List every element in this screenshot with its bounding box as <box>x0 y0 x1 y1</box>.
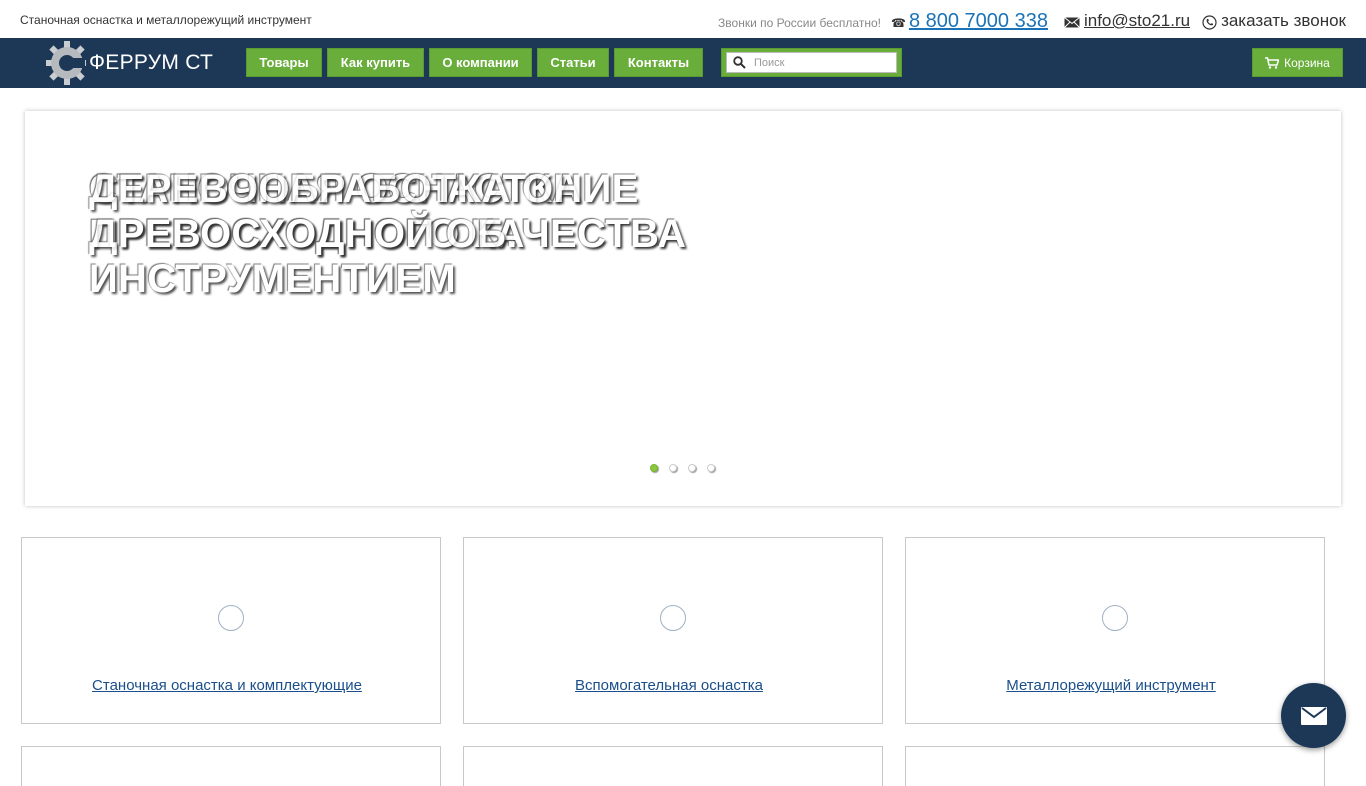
slider-dot[interactable] <box>707 464 715 472</box>
loading-spinner-icon <box>660 605 686 631</box>
logo-text: ФЕРРУМ СТ <box>89 51 214 74</box>
category-card[interactable]: Вспомогательная оснастка <box>463 537 883 724</box>
slide-title-b-line: ДЕРЕВООБРАБОТКА ОНИЕ <box>89 167 639 211</box>
nav-about[interactable]: О компании <box>429 48 532 77</box>
slider-pagination <box>650 464 726 472</box>
search-icon <box>733 56 746 69</box>
nav-products[interactable]: Товары <box>246 48 322 77</box>
nav-how-to-buy[interactable]: Как купить <box>327 48 424 77</box>
cart-icon <box>1265 56 1280 69</box>
search-input[interactable] <box>754 56 884 69</box>
contact-bar: Звонки по России бесплатно! ☎ 8 800 7000… <box>718 9 1346 33</box>
search-field <box>726 52 897 73</box>
loading-spinner-icon <box>218 605 244 631</box>
nav-articles[interactable]: Статьи <box>537 48 609 77</box>
category-link[interactable]: Вспомогательная оснастка <box>464 677 874 694</box>
callback-link[interactable]: заказать звонок <box>1221 11 1346 31</box>
search-box <box>721 48 902 77</box>
feedback-mail-button[interactable] <box>1281 683 1346 748</box>
category-card[interactable]: Металлорежущий инструмент <box>905 537 1325 724</box>
category-card[interactable]: Станочная оснастка и комплектующие <box>21 537 441 724</box>
loading-spinner-icon <box>1102 605 1128 631</box>
main-navbar: ФЕРРУМ СТ Товары Как купить О компании С… <box>0 38 1366 88</box>
category-card[interactable] <box>463 746 883 786</box>
logo[interactable]: ФЕРРУМ СТ <box>46 40 213 86</box>
top-bar: Станочная оснастка и металлорежущий инст… <box>0 0 1366 38</box>
site-tagline: Станочная оснастка и металлорежущий инст… <box>20 13 312 27</box>
phone-link[interactable]: 8 800 7000 338 <box>909 10 1048 33</box>
slider-dot[interactable] <box>669 464 677 472</box>
slide-title-b-line: ДРЕВОСХОДНОЙ ОБ. <box>89 212 518 256</box>
gear-logo-icon <box>46 41 86 85</box>
slide-title-b-line: ИНСТРУМЕНТИЕМ <box>89 257 456 301</box>
slider-dot[interactable] <box>650 464 658 472</box>
slide-title-b: ДЕРЕВООБРАБОТКА ОНИЕ ДРЕВОСХОДНОЙ ОБ. ИН… <box>89 167 639 302</box>
callback-phone-icon <box>1202 15 1217 30</box>
envelope-icon <box>1300 706 1327 725</box>
category-card[interactable] <box>905 746 1325 786</box>
cart-button[interactable]: Корзина <box>1252 48 1343 77</box>
hero-slider: СТАНОЧНАЯ ОСНАСТКА ПРЕВОСХОДНОГО КАЧЕСТВ… <box>25 111 1341 506</box>
email-link[interactable]: info@sto21.ru <box>1084 11 1190 31</box>
category-link[interactable]: Станочная оснастка и комплектующие <box>22 677 432 694</box>
nav-contacts[interactable]: Контакты <box>614 48 703 77</box>
phone-icon: ☎ <box>890 15 906 30</box>
mail-icon <box>1064 17 1080 28</box>
free-calls-note: Звонки по России бесплатно! <box>718 16 881 30</box>
slider-dot[interactable] <box>688 464 696 472</box>
category-card[interactable] <box>21 746 441 786</box>
cart-label: Корзина <box>1284 55 1330 70</box>
category-link[interactable]: Металлорежущий инструмент <box>906 677 1316 694</box>
